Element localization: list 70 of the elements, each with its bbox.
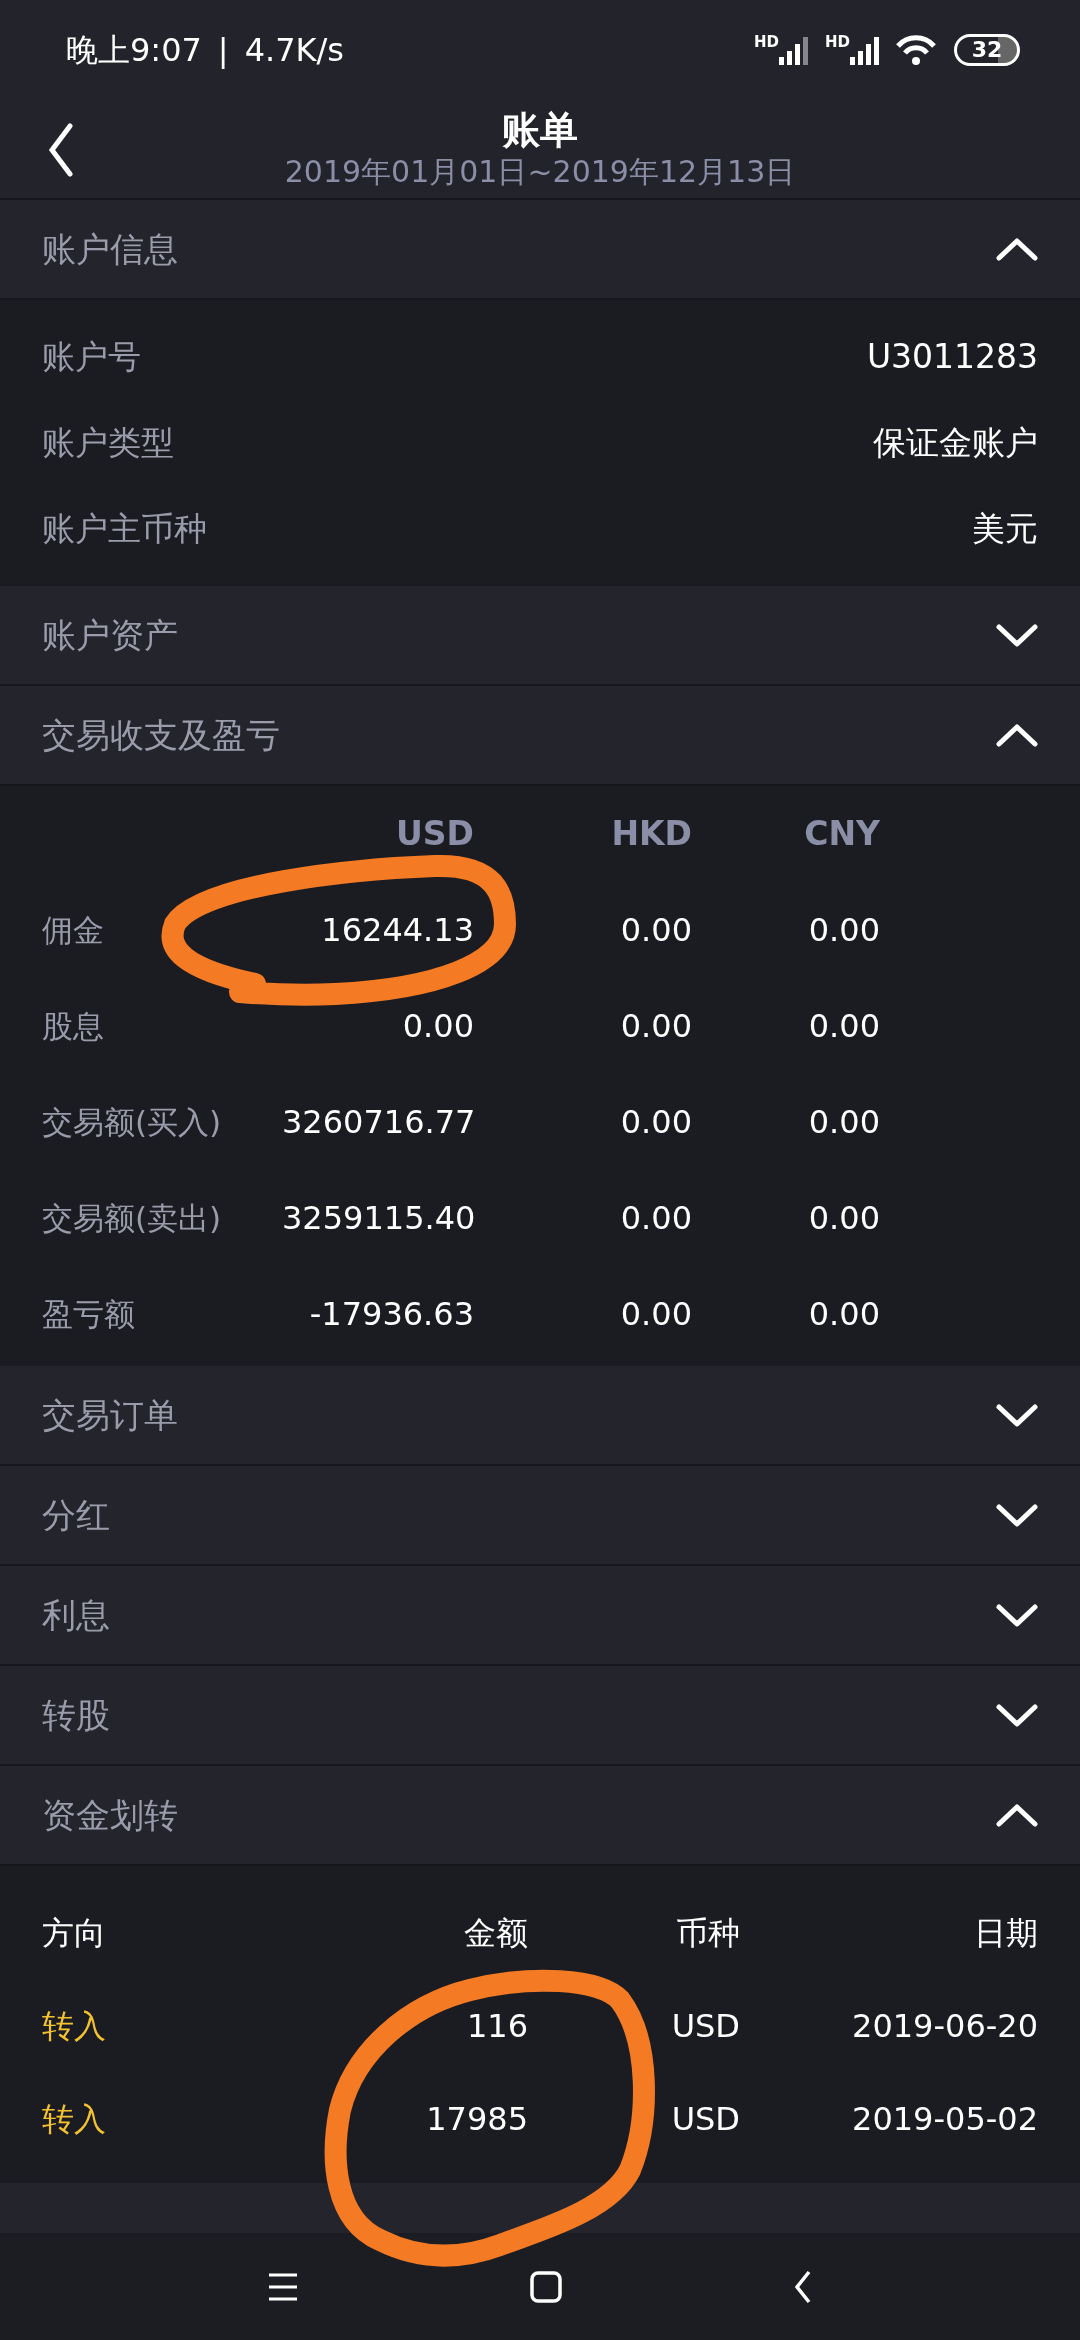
table-cell-text: 0.00 (807, 1294, 880, 1335)
section-title: 转股 (42, 1693, 110, 1737)
back-icon[interactable] (793, 2268, 813, 2305)
row-label: 交易额(卖出) (42, 1198, 223, 1238)
table-cell-text: 0.00 (401, 1006, 474, 1047)
field-label: 账户号 (42, 336, 141, 379)
table-cell-text: 2019-06-20 (851, 2005, 1038, 2047)
column-header: 日期 (973, 1912, 1038, 1954)
column-header: 方向 (42, 1912, 107, 1954)
network-speed: 4.7K/s (244, 30, 344, 71)
battery-indicator: 32 (954, 34, 1020, 66)
table-cell-text: USD (670, 2098, 740, 2140)
page-title: 账单 (502, 108, 578, 154)
section-title: 分红 (42, 1493, 110, 1537)
table-cell-text: USD (670, 2005, 740, 2047)
row-label: 佣金 (42, 910, 105, 950)
table-cell-text: 17985 (425, 2098, 528, 2140)
section-title: 交易订单 (42, 1393, 178, 1437)
column-header: CNY (803, 813, 880, 856)
table-cell-text: 0.00 (619, 1198, 692, 1239)
row-label: 盈亏额 (42, 1294, 136, 1334)
table-cell-text: 116 (465, 2005, 528, 2047)
field-label: 账户类型 (42, 422, 174, 465)
network-type-label: HD (753, 35, 779, 50)
section-title: 交易收支及盈亏 (42, 713, 280, 757)
section-title: 账户资产 (42, 613, 178, 657)
section-header[interactable]: 资金划转 (0, 1766, 1080, 1866)
table-cell-text: 0.00 (807, 1198, 880, 1239)
table-cell-text: 3259115.40 (282, 1198, 474, 1239)
table-cell-text: 3260716.77 (282, 1102, 474, 1143)
field-value: 美元 (972, 508, 1038, 551)
section-header[interactable]: 转股 (0, 1666, 1080, 1766)
column-header: HKD (610, 813, 692, 856)
section-header[interactable]: 利息 (0, 1566, 1080, 1666)
wifi-icon (896, 34, 938, 66)
signal-icon (850, 35, 880, 65)
network-type-label: HD (825, 35, 850, 50)
section-header[interactable]: 交易订单 (0, 1366, 1080, 1466)
table-cell-text: 16244.13 (320, 910, 474, 951)
section-title: 资金划转 (42, 1793, 178, 1837)
table-cell-text: 0.00 (619, 1294, 692, 1335)
section-header[interactable]: 分红 (0, 1466, 1080, 1566)
section-header[interactable]: 账户信息 (0, 200, 1080, 300)
field-value: U3011283 (866, 336, 1038, 379)
status-separator: | (217, 30, 229, 71)
table-cell-text: 0.00 (807, 910, 880, 951)
status-time: 晚上9:07 (66, 30, 202, 71)
field-value: 保证金账户 (873, 422, 1038, 465)
table-cell-text: 0.00 (619, 910, 692, 951)
field-label: 账户主币种 (42, 508, 207, 551)
row-label: 交易额(买入) (42, 1102, 223, 1142)
table-cell-text: -17936.63 (308, 1294, 474, 1335)
date-range: 2019年01月01日~2019年12月13日 (284, 153, 796, 190)
table-cell-text: 0.00 (807, 1102, 880, 1143)
section-header[interactable]: 账户资产 (0, 586, 1080, 686)
table-cell-text: 0.00 (807, 1006, 880, 1047)
home-icon[interactable] (529, 2269, 563, 2304)
transfer-direction: 转入 (42, 2005, 107, 2047)
table-cell-text: 0.00 (619, 1102, 692, 1143)
transfer-direction: 转入 (42, 2098, 107, 2140)
section-title: 利息 (42, 1593, 110, 1637)
column-header: 金额 (463, 1912, 528, 1954)
section-title: 账户信息 (42, 227, 178, 271)
table-cell-text: 2019-05-02 (851, 2098, 1038, 2140)
column-header: 币种 (675, 1912, 740, 1954)
section-header[interactable]: 交易收支及盈亏 (0, 686, 1080, 786)
signal-icon (779, 35, 809, 65)
table-cell-text: 0.00 (619, 1006, 692, 1047)
row-label: 股息 (42, 1006, 105, 1046)
column-header: USD (395, 813, 474, 856)
